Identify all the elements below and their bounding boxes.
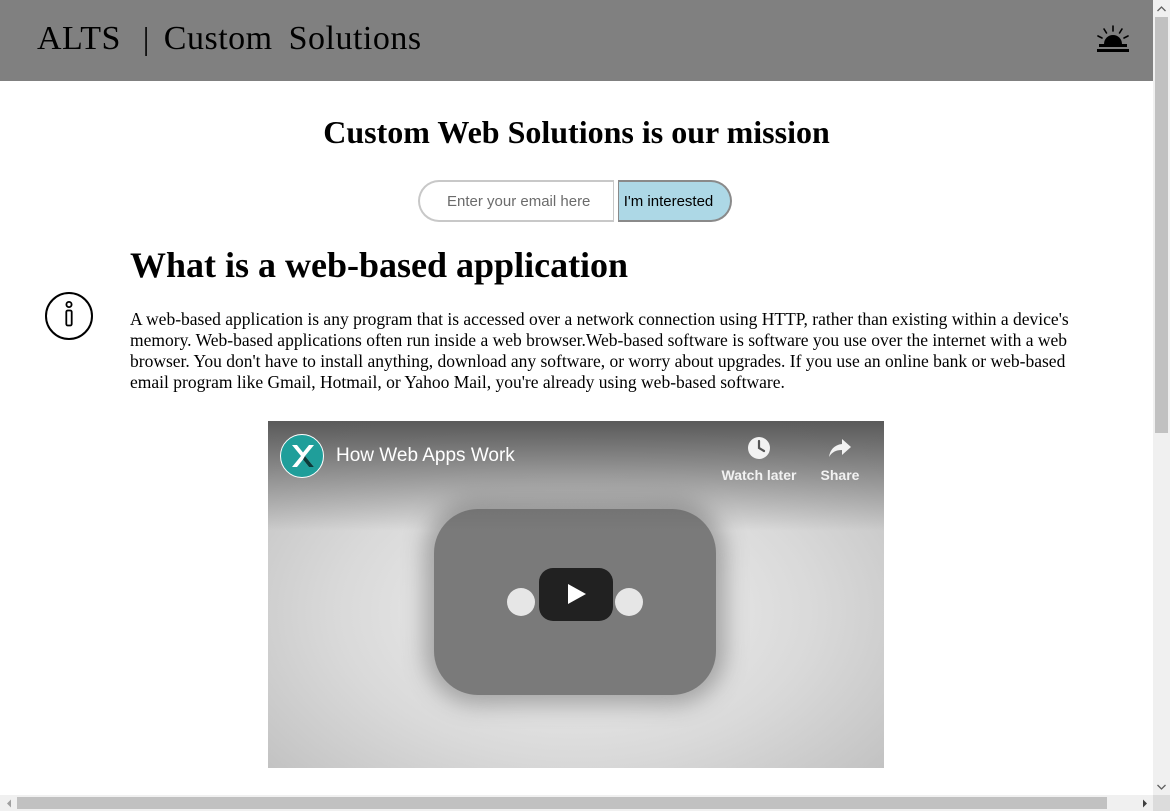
vertical-scroll-thumb[interactable] [1155, 17, 1168, 433]
watch-later-label: Watch later [721, 467, 797, 483]
watch-later-button[interactable]: Watch later [719, 435, 799, 483]
email-input[interactable] [418, 180, 614, 222]
play-button[interactable] [539, 568, 613, 621]
channel-logo-icon[interactable] [280, 434, 324, 478]
info-icon [44, 291, 94, 341]
scroll-left-arrow-icon[interactable] [0, 795, 17, 811]
embedded-video[interactable]: How Web Apps Work Watch later Share [268, 421, 884, 768]
site-header: ALTS | Custom Solutions [0, 0, 1153, 81]
share-button[interactable]: Share [800, 435, 880, 483]
scroll-right-arrow-icon[interactable] [1136, 795, 1153, 811]
brand-separator: | [142, 20, 150, 56]
clock-icon [748, 437, 770, 459]
brand-word-custom: Custom [163, 20, 273, 57]
mission-title: Custom Web Solutions is our mission [323, 114, 830, 150]
thumbnail-dot-right [615, 588, 643, 616]
page: ALTS | Custom Solutions Custom Web Solution… [0, 0, 1153, 795]
horizontal-scrollbar[interactable] [0, 795, 1153, 811]
section-title: What is a web-based application [130, 245, 629, 285]
email-signup-form: I'm interested [418, 180, 732, 222]
section-description: A web-based application is any program t… [130, 309, 1069, 392]
interested-button[interactable]: I'm interested [618, 180, 732, 222]
scroll-up-arrow-icon[interactable] [1153, 0, 1170, 17]
share-label: Share [820, 467, 860, 483]
play-icon [568, 584, 586, 604]
brand-word-solutions: Solutions [288, 20, 422, 57]
sunset-icon[interactable] [1096, 24, 1130, 54]
site-brand[interactable]: ALTS | Custom Solutions [37, 20, 422, 58]
share-arrow-icon [829, 439, 851, 457]
scroll-down-arrow-icon[interactable] [1153, 778, 1170, 795]
vertical-scrollbar[interactable] [1153, 0, 1170, 795]
scrollbar-corner [1153, 795, 1170, 811]
thumbnail-dot-left [507, 588, 535, 616]
brand-name: ALTS [37, 20, 121, 57]
horizontal-scroll-thumb[interactable] [17, 797, 1107, 809]
video-title[interactable]: How Web Apps Work [336, 445, 515, 467]
